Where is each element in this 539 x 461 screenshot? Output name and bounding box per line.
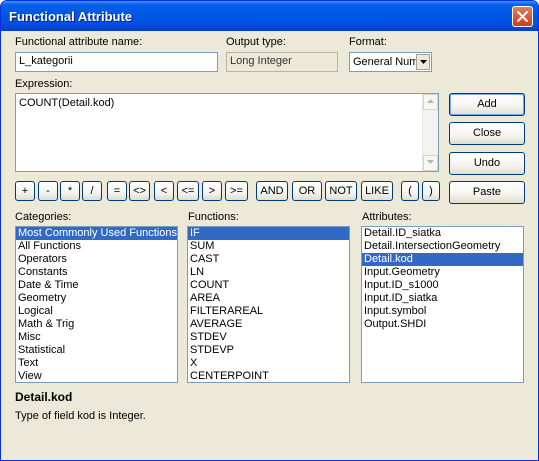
function-item[interactable]: CAST [188,253,349,266]
function-item[interactable]: SUM [188,240,349,253]
operator-or-button[interactable]: OR [292,181,322,201]
expression-text: COUNT(Detail.kod) [19,97,115,109]
operator-multiply-button[interactable]: * [60,181,80,201]
output-type-field: Long Integer [226,52,338,72]
attributes-label: Attributes: [362,211,412,223]
expression-scrollbar[interactable] [422,94,438,171]
expression-textarea[interactable]: COUNT(Detail.kod) [15,93,439,172]
category-item[interactable]: Date & Time [16,279,177,292]
category-item[interactable]: Misc [16,331,177,344]
category-item[interactable]: Operators [16,253,177,266]
operator-plus-button[interactable]: + [15,181,35,201]
function-item[interactable]: FILTERAREAL [188,305,349,318]
description-title: Detail.kod [15,390,73,404]
operator-not-button[interactable]: NOT [325,181,357,201]
undo-button-label: Undo [473,157,501,169]
title-bar[interactable]: Functional Attribute [1,1,538,31]
attribute-item[interactable]: Detail.kod [362,253,523,266]
format-select[interactable]: General Num [349,52,432,72]
scroll-down-icon [427,160,434,164]
function-item[interactable]: X [188,357,349,370]
attribute-item[interactable]: Input.ID_siatka [362,292,523,305]
close-button[interactable]: Close [449,122,525,145]
category-item[interactable]: Statistical [16,344,177,357]
format-dropdown-button[interactable] [416,54,430,70]
operator-and-button[interactable]: AND [256,181,288,201]
attribute-item[interactable]: Output.SHDI [362,318,523,331]
scroll-up-button[interactable] [423,94,438,110]
window-title: Functional Attribute [9,9,133,24]
operator-less-than-button[interactable]: < [154,181,174,201]
close-paren-button[interactable]: ) [422,181,440,201]
undo-button[interactable]: Undo [449,152,525,175]
paste-button-label: Paste [472,186,502,198]
scroll-down-button[interactable] [423,155,438,171]
category-item[interactable]: Math & Trig [16,318,177,331]
function-item[interactable]: COUNT [188,279,349,292]
function-item[interactable]: STDEV [188,331,349,344]
category-item[interactable]: Logical [16,305,177,318]
function-item[interactable]: CENTERPOINT [188,370,349,382]
function-item[interactable]: AVERAGE [188,318,349,331]
close-button-label: Close [472,127,502,139]
function-item[interactable]: STDEVP [188,344,349,357]
attributes-list[interactable]: Detail.ID_siatka Detail.IntersectionGeom… [361,226,524,383]
category-item[interactable]: Most Commonly Used Functions [16,227,177,240]
attribute-item[interactable]: Detail.ID_siatka [362,227,523,240]
categories-label: Categories: [15,211,72,223]
operator-equals-button[interactable]: = [107,181,127,201]
attribute-item[interactable]: Input.symbol [362,305,523,318]
format-select-value: General Num [353,56,417,68]
function-item[interactable]: LN [188,266,349,279]
operator-greater-equal-button[interactable]: >= [225,181,248,201]
paste-button[interactable]: Paste [449,181,525,204]
operator-not-equal-button[interactable]: <> [129,181,150,201]
function-item[interactable]: AREA [188,292,349,305]
scroll-up-icon [427,99,434,103]
operator-like-button[interactable]: LIKE [361,181,393,201]
function-item[interactable]: IF [188,227,349,240]
close-icon [517,11,528,22]
categories-list[interactable]: Most Commonly Used Functions All Functio… [15,226,178,383]
operator-greater-than-button[interactable]: > [202,181,222,201]
operator-divide-button[interactable]: / [82,181,102,201]
close-window-button[interactable] [512,6,533,27]
expression-label: Expression: [15,78,73,90]
attribute-name-input[interactable]: L_kategorii [15,52,218,72]
category-item[interactable]: All Functions [16,240,177,253]
name-label: Functional attribute name: [15,36,143,48]
format-label: Format: [349,36,387,48]
functions-label: Functions: [188,211,239,223]
open-paren-button[interactable]: ( [401,181,419,201]
operator-less-equal-button[interactable]: <= [177,181,199,201]
category-item[interactable]: Text [16,357,177,370]
dialog-window: Functional Attribute Functional attribut… [0,0,539,461]
operator-minus-button[interactable]: - [38,181,58,201]
attribute-item[interactable]: Detail.IntersectionGeometry [362,240,523,253]
attribute-item[interactable]: Input.ID_s1000 [362,279,523,292]
category-item[interactable]: Constants [16,266,177,279]
attribute-item[interactable]: Input.Geometry [362,266,523,279]
description-text: Type of field kod is Integer. [15,410,146,422]
category-item[interactable]: View [16,370,177,382]
add-button-label: Add [477,98,497,110]
chevron-down-icon [420,60,427,64]
functions-list[interactable]: IF SUM CAST LN COUNT AREA FILTERAREAL AV… [187,226,350,383]
output-type-label: Output type: [226,36,286,48]
add-button[interactable]: Add [449,93,525,116]
category-item[interactable]: Geometry [16,292,177,305]
